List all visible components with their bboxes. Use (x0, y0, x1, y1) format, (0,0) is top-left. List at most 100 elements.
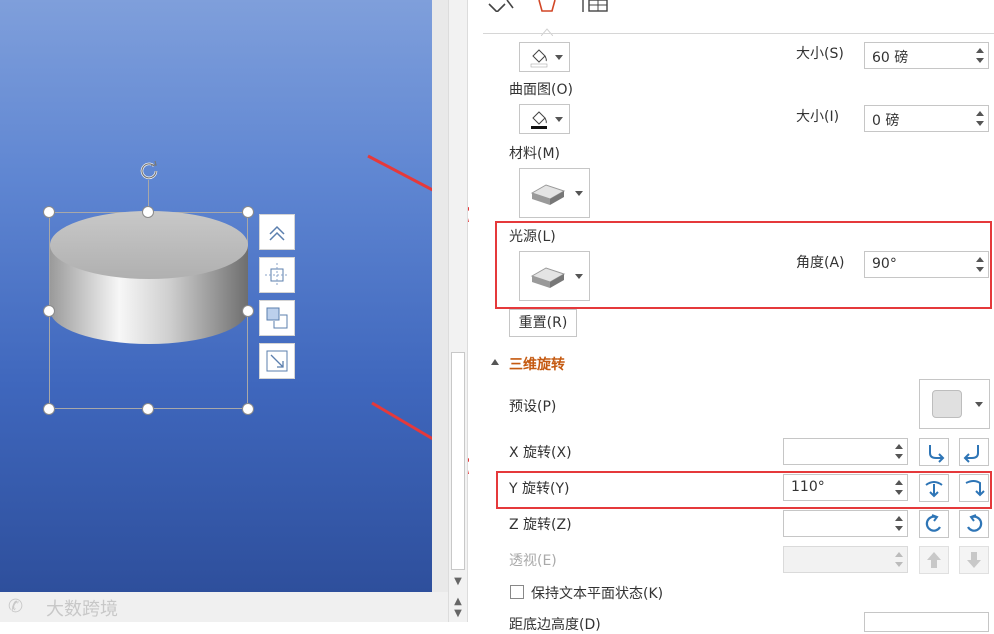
scroll-down-arrow-icon[interactable]: ▼ (452, 576, 464, 588)
z-rotate-clockwise-button[interactable] (959, 510, 989, 538)
chevron-down-icon (975, 402, 983, 407)
preset-swatch (932, 390, 962, 418)
resize-button[interactable] (259, 343, 295, 379)
lighting-dropdown[interactable] (519, 251, 590, 301)
watermark-icon: ✆ (8, 596, 24, 617)
chevron-down-icon (555, 55, 563, 60)
contour-size-value: 0 磅 (872, 113, 900, 129)
size-properties-tab-icon[interactable] (581, 0, 611, 14)
rotate-left-icon (929, 445, 945, 463)
rotation-section-title[interactable]: 三维旋转 (509, 354, 565, 374)
resize-arrow-icon (266, 350, 288, 372)
chevron-down-icon (575, 274, 583, 279)
section-collapse-icon[interactable] (491, 359, 499, 365)
material-preview-icon (530, 184, 566, 205)
arrange-button[interactable] (259, 300, 295, 336)
rotate-handle-icon[interactable] (138, 159, 160, 181)
rotate-up-icon (925, 481, 943, 498)
spin-down-icon (895, 562, 903, 567)
z-rotation-spinner[interactable] (783, 510, 908, 537)
resize-handle-s[interactable] (142, 403, 154, 415)
bring-forward-icon (266, 307, 288, 329)
spin-down-icon[interactable] (895, 526, 903, 531)
y-rotation-spinner[interactable]: 110° (783, 474, 908, 501)
fill-line-tab-icon[interactable] (487, 0, 521, 12)
angle-value: 90° (872, 256, 897, 272)
arrow-down-icon (967, 552, 981, 568)
resize-handle-e[interactable] (242, 305, 254, 317)
y-rotate-down-button[interactable] (959, 474, 989, 502)
x-rotate-right-button[interactable] (959, 438, 989, 466)
rotate-clockwise-icon (967, 514, 983, 532)
scroll-up-arrow-icon[interactable]: ▲ (452, 596, 464, 608)
lighting-label: 光源(L) (509, 229, 556, 245)
vertical-scrollbar[interactable]: ▼ ▲ ▼ (448, 0, 468, 622)
depth-size-spinner[interactable]: 60 磅 (864, 42, 989, 69)
canvas-gutter (432, 0, 448, 592)
spin-up-icon[interactable] (976, 111, 984, 116)
size2-label: 大小(I) (796, 109, 840, 125)
scroll-down-arrow-icon-2[interactable]: ▼ (452, 608, 464, 620)
material-label: 材料(M) (509, 146, 561, 162)
effects-tab-icon[interactable] (536, 0, 558, 14)
spin-down-icon[interactable] (976, 267, 984, 272)
spin-down-icon[interactable] (976, 121, 984, 126)
arrow-up-icon (927, 552, 941, 568)
spin-up-icon[interactable] (895, 444, 903, 449)
rotation-preset-dropdown[interactable] (919, 379, 990, 429)
perspective-increase-button (919, 546, 949, 574)
resize-handle-sw[interactable] (43, 403, 55, 415)
spin-down-icon[interactable] (976, 58, 984, 63)
x-rotate-left-button[interactable] (919, 438, 949, 466)
x-rotation-spinner[interactable] (783, 438, 908, 465)
material-dropdown[interactable] (519, 168, 590, 218)
z-rotation-label: Z 旋转(Z) (509, 517, 572, 533)
cylinder-shape[interactable] (49, 210, 249, 350)
perspective-label: 透视(E) (509, 553, 557, 569)
spin-up-icon[interactable] (976, 48, 984, 53)
angle-spinner[interactable]: 90° (864, 251, 989, 278)
double-chevron-up-icon (269, 225, 285, 241)
paint-bucket-icon (530, 49, 548, 68)
format-shape-panel: 大小(S) 60 磅 曲面图(O) 大小(I) 0 磅 材料(M) 光源(L) … (469, 0, 994, 633)
lighting-preview-icon (530, 267, 566, 288)
center-align-icon (265, 263, 289, 287)
rotate-right-icon (963, 445, 979, 463)
spin-up-icon (895, 552, 903, 557)
y-rotate-up-button[interactable] (919, 474, 949, 502)
resize-handle-nw[interactable] (43, 206, 55, 218)
y-rotation-highlight-box (496, 471, 992, 509)
status-strip: ✆ 大数跨境 (0, 592, 448, 622)
size1-label: 大小(S) (796, 46, 844, 62)
contour-color-dropdown[interactable] (519, 104, 570, 134)
spin-up-icon[interactable] (976, 257, 984, 262)
resize-handle-n[interactable] (142, 206, 154, 218)
distance-spinner[interactable] (864, 612, 989, 632)
reset-button[interactable]: 重置(R) (509, 309, 577, 337)
rotate-counterclockwise-icon (925, 514, 941, 532)
scrollbar-thumb[interactable] (451, 352, 465, 570)
x-rotation-label: X 旋转(X) (509, 445, 572, 461)
preset-label: 预设(P) (509, 399, 557, 415)
perspective-spinner (783, 546, 908, 573)
distance-label: 距底边高度(D) (509, 617, 601, 633)
spin-up-icon[interactable] (895, 516, 903, 521)
paint-bucket-icon (531, 111, 547, 129)
z-rotate-counterclockwise-button[interactable] (919, 510, 949, 538)
depth-color-dropdown[interactable] (519, 42, 570, 72)
spin-down-icon[interactable] (895, 454, 903, 459)
depth-size-value: 60 磅 (872, 50, 909, 66)
resize-handle-se[interactable] (242, 403, 254, 415)
spin-down-icon[interactable] (895, 490, 903, 495)
contour-size-spinner[interactable]: 0 磅 (864, 105, 989, 132)
resize-handle-w[interactable] (43, 305, 55, 317)
angle-label: 角度(A) (796, 255, 845, 271)
keep-text-flat-label[interactable]: 保持文本平面状态(K) (531, 583, 663, 603)
resize-handle-ne[interactable] (242, 206, 254, 218)
slide-canvas[interactable] (0, 0, 494, 592)
spin-up-icon[interactable] (895, 480, 903, 485)
keep-text-flat-checkbox[interactable] (510, 585, 524, 599)
layout-options-button[interactable] (259, 214, 295, 250)
perspective-decrease-button (959, 546, 989, 574)
align-button[interactable] (259, 257, 295, 293)
